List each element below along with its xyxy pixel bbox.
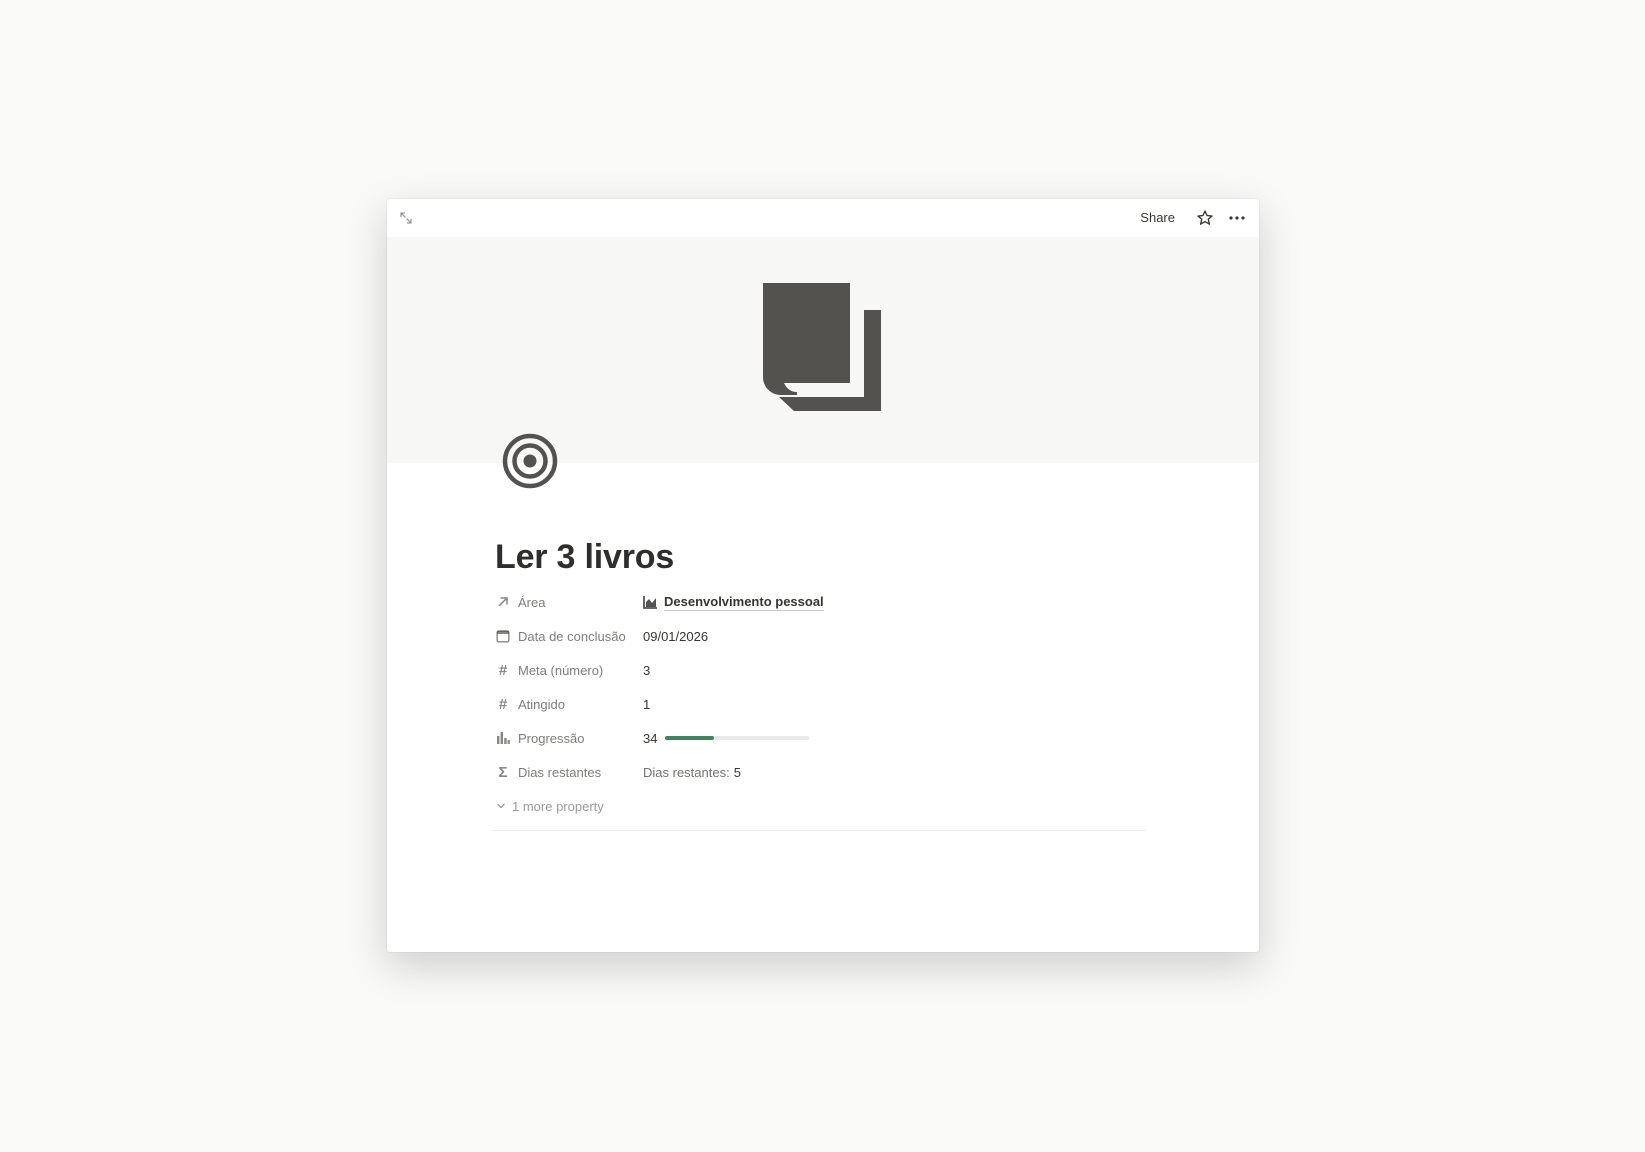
relation-link-text: Desenvolvimento pessoal [664,593,824,611]
more-properties-label: 1 more property [512,798,604,814]
property-label-text: Atingido [518,696,565,712]
property-label-date[interactable]: Data de conclusão [492,621,643,651]
property-label-text: Data de conclusão [518,628,626,644]
property-value-atingido[interactable]: 1 [643,689,650,719]
share-button[interactable]: Share [1134,207,1181,229]
property-label-meta[interactable]: # Meta (número) [492,655,643,685]
page-peek-panel: Share Ler 3 livros Área Desenvolvimento … [387,199,1259,952]
progress-bar-fill [665,736,715,740]
progress-number: 34 [643,730,658,746]
expand-arrows-icon [400,212,412,224]
star-icon [1197,210,1213,225]
calendar-icon [495,628,511,644]
property-label-text: Progressão [518,730,585,746]
bar-chart-icon [495,730,511,746]
property-row-dias: Σ Dias restantes Dias restantes: 5 [492,755,1152,789]
property-row-meta: # Meta (número) 3 [492,653,1152,687]
more-options-button[interactable] [1225,206,1249,230]
property-row-progress: Progressão 34 [492,721,1152,755]
property-value-progress[interactable]: 34 [643,723,810,753]
properties-divider [491,830,1147,831]
property-label-text: Área [518,594,546,610]
property-value-area[interactable]: Desenvolvimento pessoal [643,587,824,617]
page-title[interactable]: Ler 3 livros [495,535,674,579]
more-properties-toggle[interactable]: 1 more property [492,791,1152,821]
relation-link[interactable]: Desenvolvimento pessoal [643,594,824,611]
panel-topbar: Share [387,199,1259,237]
sigma-icon: Σ [498,763,508,781]
chevron-down-icon [497,803,505,809]
property-row-area: Área Desenvolvimento pessoal [492,585,1152,619]
property-label-area[interactable]: Área [492,587,643,617]
property-value-date[interactable]: 09/01/2026 [643,621,708,651]
app-background: Share Ler 3 livros Área Desenvolvimento … [0,0,1645,1152]
property-value-meta[interactable]: 3 [643,655,650,685]
property-label-dias[interactable]: Σ Dias restantes [492,757,643,787]
property-row-atingido: # Atingido 1 [492,687,1152,721]
target-icon [502,433,558,489]
property-label-text: Meta (número) [518,662,604,678]
arrow-up-right-icon [495,594,511,610]
property-value-dias[interactable]: Dias restantes: 5 [643,757,741,787]
property-label-text: Dias restantes [518,764,602,780]
more-dots-icon [1229,216,1245,220]
properties-list: Área Desenvolvimento pessoal Data de con… [492,585,1152,821]
formula-prefix: Dias restantes: [643,764,730,780]
favorite-button[interactable] [1193,206,1217,230]
page-cover[interactable] [387,237,1259,463]
property-label-atingido[interactable]: # Atingido [492,689,643,719]
hash-icon: # [498,661,508,679]
expand-button[interactable] [395,207,417,229]
page-emoji-button[interactable] [502,433,558,489]
hash-icon: # [498,695,508,713]
progress-bar [665,736,810,740]
area-chart-icon [643,596,657,609]
property-row-date: Data de conclusão 09/01/2026 [492,619,1152,653]
property-label-progress[interactable]: Progressão [492,723,643,753]
formula-result: 5 [733,764,741,780]
book-copy-icon [763,283,881,411]
